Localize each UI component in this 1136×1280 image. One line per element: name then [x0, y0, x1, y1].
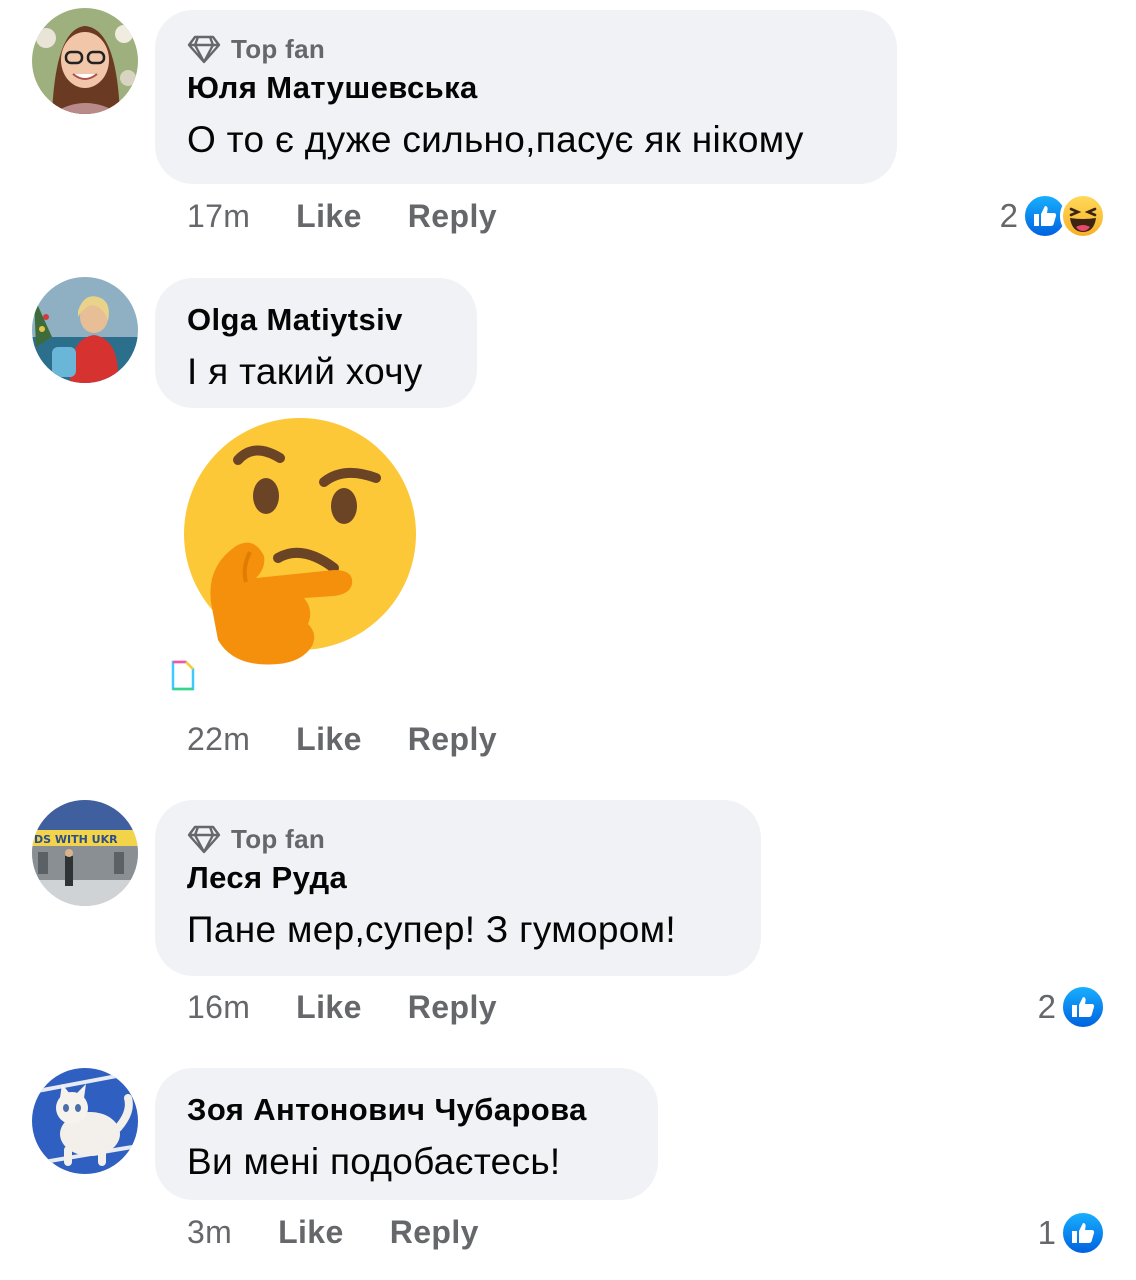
reaction-count: 2	[999, 197, 1018, 234]
reaction-count: 2	[1037, 988, 1056, 1025]
comment-actions: 3m Like Reply	[187, 1214, 525, 1251]
top-fan-badge: Top fan	[187, 32, 863, 66]
thinking-face-emoji[interactable]	[184, 418, 420, 668]
like-reaction-icon	[1060, 1210, 1106, 1256]
comment-author[interactable]: Зоя Антонович Чубарова	[187, 1088, 624, 1132]
reaction-summary[interactable]: 2	[1038, 984, 1106, 1030]
reply-button[interactable]: Reply	[408, 989, 497, 1026]
top-fan-label: Top fan	[231, 33, 326, 64]
like-button[interactable]: Like	[278, 1214, 344, 1251]
haha-reaction-icon	[1060, 193, 1106, 239]
reaction-summary[interactable]: 1	[1038, 1210, 1106, 1256]
comment-bubble: Top fan Леся Руда Пане мер,супер! З гумо…	[155, 800, 761, 976]
comment-author[interactable]: Юля Матушевська	[187, 66, 863, 110]
comment-time[interactable]: 3m	[187, 1214, 232, 1251]
comment-item: Top fan Юля Матушевська О то є дуже силь…	[0, 0, 1136, 250]
comment-author[interactable]: Olga Matiytsiv	[187, 298, 443, 342]
top-fan-badge: Top fan	[187, 822, 727, 856]
like-button[interactable]: Like	[296, 989, 362, 1026]
reply-button[interactable]: Reply	[390, 1214, 479, 1251]
comment-bubble: Olga Matiytsiv І я такий хочу	[155, 278, 477, 408]
comment-item: DS WITH UKR Top fan Леся Руда Пане мер,с…	[0, 790, 1136, 1050]
reaction-count: 1	[1037, 1214, 1056, 1251]
comment-time[interactable]: 22m	[187, 721, 250, 758]
diamond-icon	[187, 35, 221, 64]
avatar[interactable]: DS WITH UKR	[32, 800, 138, 906]
diamond-icon	[187, 825, 221, 854]
reaction-summary[interactable]: 2	[1000, 193, 1106, 239]
comment-time[interactable]: 17m	[187, 198, 250, 235]
like-button[interactable]: Like	[296, 198, 362, 235]
comment-actions: 16m Like Reply	[187, 989, 543, 1026]
comment-text: І я такий хочу	[187, 351, 423, 392]
comment-text: Пане мер,супер! З гумором!	[187, 909, 676, 950]
comment-actions: 17m Like Reply	[187, 198, 543, 235]
comment-time[interactable]: 16m	[187, 989, 250, 1026]
comment-actions: 22m Like Reply	[187, 721, 543, 758]
comment-item: Olga Matiytsiv І я такий хочу	[0, 270, 1136, 770]
comment-item: Зоя Антонович Чубарова Ви мені подобаєте…	[0, 1060, 1136, 1280]
comment-author[interactable]: Леся Руда	[187, 856, 727, 900]
like-reaction-icon	[1060, 984, 1106, 1030]
reply-button[interactable]: Reply	[408, 721, 497, 758]
comment-bubble: Top fan Юля Матушевська О то є дуже силь…	[155, 10, 897, 184]
comment-text: О то є дуже сильно,пасує як нікому	[187, 119, 804, 160]
svg-text:DS WITH UKR: DS WITH UKR	[34, 833, 118, 846]
comment-bubble: Зоя Антонович Чубарова Ви мені подобаєте…	[155, 1068, 658, 1200]
reply-button[interactable]: Reply	[408, 198, 497, 235]
comment-text: Ви мені подобаєтесь!	[187, 1141, 561, 1182]
avatar[interactable]	[32, 8, 138, 114]
like-button[interactable]: Like	[296, 721, 362, 758]
broken-image-icon	[171, 660, 195, 691]
top-fan-label: Top fan	[231, 823, 326, 854]
avatar[interactable]	[32, 277, 138, 383]
avatar[interactable]	[32, 1068, 138, 1174]
